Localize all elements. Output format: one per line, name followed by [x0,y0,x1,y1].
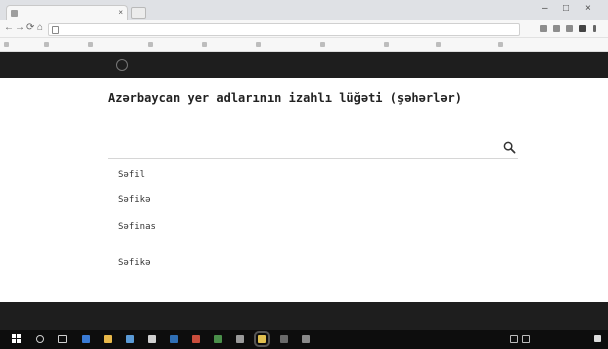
entry-description [118,234,318,242]
address-bar[interactable] [48,23,520,36]
list-item[interactable]: Səfikə [118,258,378,282]
new-tab-button[interactable] [131,7,146,19]
entry-description [118,270,318,278]
favicon-icon [11,10,18,17]
site-footer [0,302,608,330]
entry-description [118,182,318,190]
entry-word[interactable]: Səfil [118,170,145,181]
taskbar-clock[interactable] [566,335,588,344]
nav-item[interactable] [368,61,390,70]
site-header [0,52,608,78]
bookmark-item[interactable] [498,41,566,48]
nav-item[interactable] [458,61,476,70]
app-icon[interactable] [192,335,200,343]
home-icon[interactable]: ⌂ [37,22,43,34]
bookmark-item[interactable] [320,41,388,48]
page-title: Azərbaycan yer adlarının izahlı lüğəti (… [108,91,463,105]
notification-icon[interactable] [594,335,601,342]
app-icon[interactable] [236,335,244,343]
taskbar [0,330,608,349]
tab-close-icon[interactable]: × [118,8,123,18]
nav-item[interactable] [396,61,428,70]
bookmark-item[interactable] [148,41,206,48]
bookmarks-bar [0,38,608,52]
app-icon[interactable] [280,335,288,343]
entry-word[interactable]: Səfikə [118,258,151,269]
tray-language[interactable] [540,335,562,344]
nav-item[interactable] [482,61,500,70]
forward-icon[interactable]: → [15,22,25,34]
page-subtitle [108,110,508,126]
store-icon[interactable] [126,335,134,343]
windows-start-icon[interactable] [12,334,22,344]
back-icon[interactable]: ← [4,22,14,34]
nav-item[interactable] [434,61,452,70]
footer-copyright [110,313,200,321]
extension-icon[interactable] [553,25,560,32]
bookmark-item[interactable] [4,41,48,48]
menu-icon[interactable] [593,25,596,32]
site-logo-icon[interactable] [116,59,128,71]
bookmark-item[interactable] [256,41,324,48]
browser-tab-strip: × – □ × [0,0,608,21]
maximize-icon[interactable]: □ [563,3,569,15]
list-item[interactable]: Səfil [118,170,378,194]
bookmark-item[interactable] [44,41,92,48]
list-item[interactable]: Səfikə [118,195,378,219]
browser-toolbar: ← → ⟳ ⌂ [0,20,608,38]
entry-word[interactable]: Səfinas [118,222,156,233]
reload-icon[interactable]: ⟳ [26,22,34,34]
task-view-icon[interactable] [58,335,67,343]
bookmark-item[interactable] [202,41,260,48]
search-input[interactable] [108,141,500,155]
list-item[interactable]: Səfinas [118,222,378,246]
search-bar [108,138,518,159]
app-icon[interactable] [170,335,178,343]
extension-icon[interactable] [540,25,547,32]
browser-tab[interactable]: × [6,5,128,21]
mail-icon[interactable] [148,335,156,343]
bookmark-item[interactable] [436,41,502,48]
edge-browser-icon[interactable] [82,335,90,343]
address-url [61,24,501,35]
bookmark-item[interactable] [88,41,152,48]
extension-icon[interactable] [579,25,586,32]
entry-word[interactable]: Səfikə [118,195,151,206]
lock-icon [52,26,59,34]
extension-icon[interactable] [566,25,573,32]
file-explorer-icon[interactable] [104,335,112,343]
app-icon[interactable] [214,335,222,343]
search-icon[interactable] [36,335,44,343]
footer-link[interactable] [470,313,520,321]
chrome-browser-icon[interactable] [254,331,270,347]
entry-description [118,207,318,215]
app-icon[interactable] [302,335,310,343]
tray-network-icon[interactable] [510,335,518,343]
close-window-icon[interactable]: × [585,3,591,15]
tray-volume-icon[interactable] [522,335,530,343]
tab-title [22,8,112,18]
minimize-icon[interactable]: – [542,3,548,15]
bookmark-item[interactable] [384,41,440,48]
search-icon[interactable] [503,141,516,154]
